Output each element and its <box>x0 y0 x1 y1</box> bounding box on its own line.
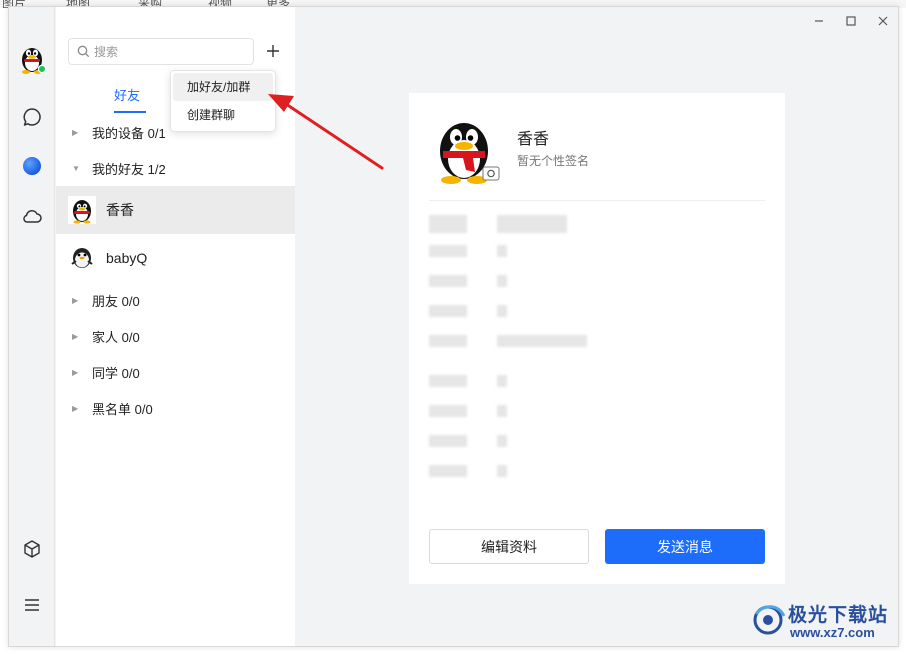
watermark-url: www.xz7.com <box>790 625 875 640</box>
minimize-icon <box>815 20 823 22</box>
edit-profile-button[interactable]: 编辑资料 <box>429 529 589 564</box>
maximize-icon <box>846 16 856 26</box>
watermark-title: 极光下载站 <box>788 605 889 626</box>
group-blacklist[interactable]: ▶ 黑名单 0/0 <box>56 393 295 423</box>
profile-avatar[interactable] <box>431 111 501 185</box>
apps-nav-button[interactable] <box>19 536 45 562</box>
caret-right-icon: ▶ <box>72 367 79 377</box>
group-label: 朋友 0/0 <box>92 293 140 309</box>
friend-item-babyq[interactable]: babyQ <box>56 234 295 282</box>
chat-bubble-icon <box>23 108 41 126</box>
cloud-nav-button[interactable] <box>19 203 45 229</box>
group-label: 黑名单 0/0 <box>92 401 153 417</box>
menu-item-create-group-chat[interactable]: 创建群聊 <box>171 101 275 129</box>
contacts-active-icon <box>23 157 41 175</box>
send-message-button[interactable]: 发送消息 <box>605 529 765 564</box>
group-label: 同学 0/0 <box>92 365 140 381</box>
maximize-button[interactable] <box>843 13 859 29</box>
annotation-arrow-icon <box>268 94 384 170</box>
cloud-icon <box>23 209 42 223</box>
menu-item-add-friend-group[interactable]: 加好友/加群 <box>173 73 273 101</box>
profile-divider <box>429 200 765 201</box>
caret-right-icon: ▶ <box>72 295 79 305</box>
contacts-nav-button[interactable] <box>19 153 45 179</box>
group-classmates[interactable]: ▶ 同学 0/0 <box>56 357 295 387</box>
friend-item-xiangxiang[interactable]: 香香 <box>56 186 295 234</box>
friend-name: 香香 <box>106 202 134 218</box>
background-page-edge <box>0 8 8 654</box>
caret-down-icon: ▼ <box>72 163 80 173</box>
search-box[interactable] <box>68 38 254 65</box>
plus-icon <box>267 45 279 57</box>
main-menu-button[interactable] <box>19 592 45 618</box>
search-input[interactable] <box>94 44 244 59</box>
group-label: 我的设备 0/1 <box>92 125 166 141</box>
group-family[interactable]: ▶ 家人 0/0 <box>56 321 295 351</box>
group-my-friends[interactable]: ▼ 我的好友 1/2 <box>56 153 295 183</box>
close-icon <box>878 16 888 26</box>
qq-penguin-avatar-icon <box>22 48 47 74</box>
search-icon <box>77 45 90 58</box>
tab-friends-underline <box>114 111 146 113</box>
messages-nav-button[interactable] <box>19 104 45 130</box>
tab-friends[interactable]: 好友 <box>114 85 140 104</box>
caret-right-icon: ▶ <box>72 403 79 413</box>
watermark: 极光下载站 www.xz7.com <box>748 598 898 646</box>
group-label: 家人 0/0 <box>92 329 140 345</box>
friend-avatar <box>68 244 96 272</box>
caret-right-icon: ▶ <box>72 127 79 137</box>
friend-avatar <box>68 196 96 224</box>
cube-icon <box>24 540 40 558</box>
user-avatar[interactable] <box>17 41 47 75</box>
add-plus-button[interactable] <box>262 40 284 62</box>
group-label: 我的好友 1/2 <box>92 161 166 177</box>
minimize-button[interactable] <box>811 13 827 29</box>
watermark-logo-icon <box>753 605 786 635</box>
caret-right-icon: ▶ <box>72 331 79 341</box>
profile-signature: 暂无个性签名 <box>517 154 590 168</box>
profile-name: 香香 <box>517 131 550 148</box>
nav-rail <box>9 7 55 646</box>
add-dropdown-menu: 加好友/加群 创建群聊 <box>170 70 276 132</box>
profile-card: 香香 暂无个性签名 编辑资料 发送消息 <box>409 93 785 584</box>
close-button[interactable] <box>875 13 891 29</box>
group-friends[interactable]: ▶ 朋友 0/0 <box>56 285 295 315</box>
background-page-bottom <box>0 648 906 654</box>
hamburger-menu-icon <box>25 599 39 611</box>
friend-name: babyQ <box>106 250 148 266</box>
